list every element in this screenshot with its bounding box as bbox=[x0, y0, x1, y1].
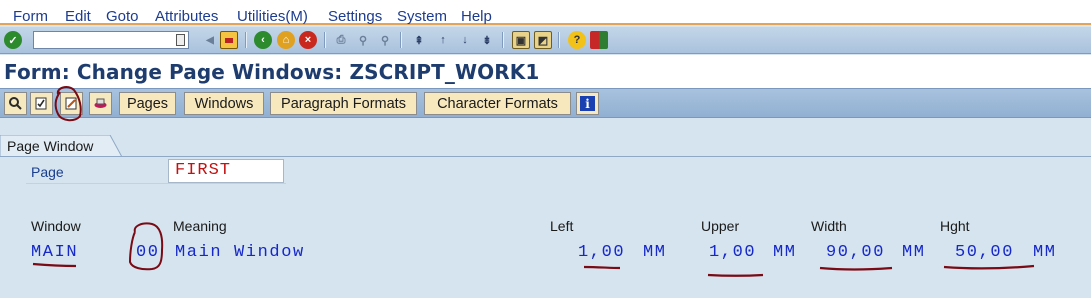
upper-underline-mark bbox=[707, 273, 764, 277]
edit-button-circle-mark bbox=[54, 86, 82, 122]
hght-underline-mark bbox=[943, 264, 1035, 270]
annotation-overlay bbox=[32, 86, 1035, 277]
main-underline-mark bbox=[32, 262, 77, 268]
left-underline-mark bbox=[583, 265, 621, 270]
width-underline-mark bbox=[819, 266, 893, 271]
code-circle-mark bbox=[128, 222, 164, 271]
